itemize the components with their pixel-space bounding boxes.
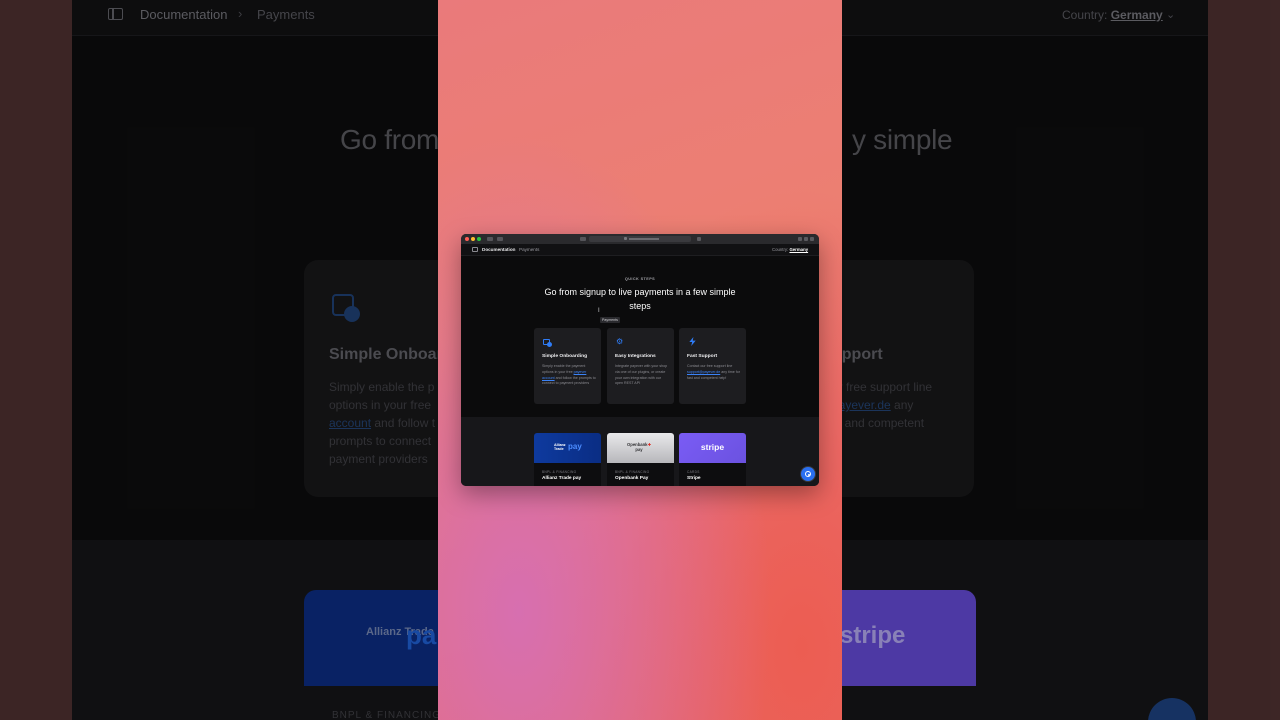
chat-icon-dot xyxy=(808,474,810,476)
provider-name: Allianz Trade pay xyxy=(542,476,582,481)
openbank-mark-icon: ✚ xyxy=(647,442,651,447)
provider-name: Openbank Pay xyxy=(615,476,649,481)
stripe-logo-text: stripe xyxy=(700,442,725,452)
allianz-pay: pay xyxy=(568,442,582,451)
provider-name: Stripe xyxy=(687,476,701,481)
provider-card-stripe[interactable]: stripe CARDS Stripe xyxy=(679,433,746,486)
allianz-brand: Allianz Trade xyxy=(554,443,566,451)
provider-category: BNPL & FINANCING xyxy=(615,470,650,474)
stripe-logo: stripe xyxy=(679,433,746,463)
openbank-logo-text: Openbank✚ pay xyxy=(627,442,651,452)
step-body: Integrate payever with your shop via one… xyxy=(615,364,668,386)
provider-card-openbank[interactable]: Openbank✚ pay BNPL & FINANCING Openbank P… xyxy=(607,433,674,486)
minimize-window-button[interactable] xyxy=(471,237,475,241)
browser-window: Documentation › Payments Country: German… xyxy=(461,234,819,486)
step-title: Simple Onboarding xyxy=(542,354,588,359)
allianz-brand-line: Trade xyxy=(554,447,564,452)
shield-icon[interactable] xyxy=(580,237,586,241)
address-text xyxy=(629,238,659,240)
openbank-logo-line: pay xyxy=(635,447,643,452)
providers-section: Allianz Trade pay BNPL & FINANCING Allian… xyxy=(461,417,819,486)
text-cursor-icon: I xyxy=(598,308,600,314)
lightning-icon-svg xyxy=(689,337,696,346)
lightning-icon xyxy=(688,337,697,346)
openbank-pay-logo: Openbank✚ pay xyxy=(607,433,674,463)
step-body: Contact our free support line support@pa… xyxy=(687,364,741,381)
page-headline: Go from signup to live payments in a few… xyxy=(544,287,736,311)
step-title: Easy Integrations xyxy=(615,354,656,359)
new-tab-icon[interactable] xyxy=(804,237,808,241)
provider-category: CARDS xyxy=(687,470,700,474)
chevron-down-icon[interactable]: ⌄ xyxy=(805,247,809,253)
browser-toolbar xyxy=(461,234,819,244)
docs-top-nav: Documentation › Payments Country: German… xyxy=(461,244,819,256)
step-card-integrations: ⚙ Easy Integrations Integrate payever wi… xyxy=(607,328,674,404)
provider-card-allianz[interactable]: Allianz Trade pay BNPL & FINANCING Allian… xyxy=(534,433,601,486)
step-title: Fast Support xyxy=(687,354,718,359)
reload-icon[interactable] xyxy=(697,237,701,241)
sidebar-toggle-icon[interactable] xyxy=(472,247,478,252)
chat-button[interactable] xyxy=(801,467,815,481)
country-label: Country: xyxy=(772,247,789,252)
gear-icon: ⚙ xyxy=(616,337,624,346)
breadcrumb-separator: › xyxy=(512,247,514,252)
chat-icon xyxy=(805,471,811,477)
maximize-window-button[interactable] xyxy=(477,237,481,241)
breadcrumb-documentation[interactable]: Documentation xyxy=(482,247,515,252)
lock-icon xyxy=(624,237,627,240)
section-eyebrow: QUICK STEPS xyxy=(624,277,656,281)
breadcrumb-payments[interactable]: Payments xyxy=(519,247,539,252)
tabs-overview-icon[interactable] xyxy=(810,237,814,241)
sidebar-icon[interactable] xyxy=(487,237,493,241)
step-body: Simply enable the payment options in you… xyxy=(542,364,596,387)
step-card-onboarding: Simple Onboarding Simply enable the paym… xyxy=(534,328,601,404)
provider-category: BNPL & FINANCING xyxy=(542,470,577,474)
onboarding-icon-badge xyxy=(547,342,552,347)
share-icon[interactable] xyxy=(798,237,802,241)
country-selector[interactable]: Country: Germany xyxy=(772,247,808,252)
step-body-text: Contact our free support line xyxy=(687,364,733,368)
back-icon[interactable] xyxy=(497,237,503,241)
close-window-button[interactable] xyxy=(465,237,469,241)
step-card-support: Fast Support Contact our free support li… xyxy=(679,328,746,404)
tooltip: Payments xyxy=(600,317,620,323)
support-email-link[interactable]: support@payever.de xyxy=(687,370,720,374)
allianz-trade-logo: Allianz Trade pay xyxy=(534,433,601,463)
